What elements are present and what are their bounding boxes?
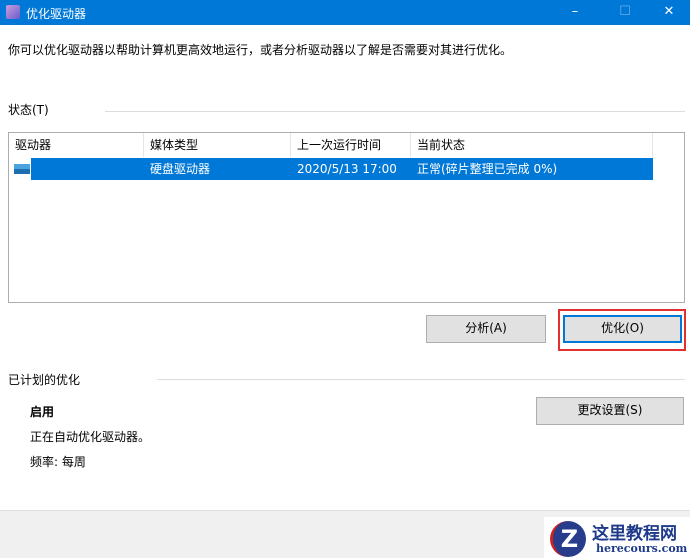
defrag-app-icon [6,5,20,19]
watermark-url: herecours.com [596,542,688,555]
change-settings-button[interactable]: 更改设置(S) [536,397,684,425]
description-text: 你可以优化驱动器以帮助计算机更高效地运行，或者分析驱动器以了解是否需要对其进行优… [8,43,513,57]
drive-icon [14,164,30,174]
column-header-drive[interactable]: 驱动器 [9,133,144,157]
column-header-last-run[interactable]: 上一次运行时间 [291,133,411,157]
media-type: 硬盘驱动器 [150,162,211,176]
drive-name: (C:) [33,187,55,201]
current-state: 正常(碎片整理已完成 0%) [417,162,558,176]
drive-list[interactable]: 驱动器 媒体类型 上一次运行时间 当前状态 (C:) 硬盘驱动器 2020/5/… [8,132,685,303]
last-run: 2020/5/13 17:00 [297,162,397,176]
watermark-text: 这里教程网 [592,524,677,544]
minimize-button[interactable]: – [552,0,598,25]
schedule-state: 启用 [30,405,55,419]
window-title: 优化驱动器 [26,7,87,21]
status-label: 状态(T) [8,103,49,117]
close-button[interactable]: ✕ [646,0,690,25]
divider [105,111,685,112]
analyze-button[interactable]: 分析(A) [426,315,546,343]
column-header-media[interactable]: 媒体类型 [144,133,291,157]
watermark: Z 这里教程网 herecours.com [544,517,690,559]
optimize-button[interactable]: 优化(O) [563,315,682,343]
title-bar: 优化驱动器 – ☐ ✕ [0,0,690,25]
scheduled-label: 已计划的优化 [8,373,81,387]
divider [157,379,685,380]
schedule-description: 正在自动优化驱动器。 [30,430,151,444]
column-header-state[interactable]: 当前状态 [411,133,653,157]
watermark-logo-icon: Z [550,521,586,557]
schedule-frequency: 频率: 每周 [30,455,86,469]
footer: Z 这里教程网 herecours.com [0,510,690,559]
table-row[interactable]: (C:) 硬盘驱动器 2020/5/13 17:00 正常(碎片整理已完成 0%… [9,158,653,201]
maximize-button[interactable]: ☐ [602,0,648,25]
